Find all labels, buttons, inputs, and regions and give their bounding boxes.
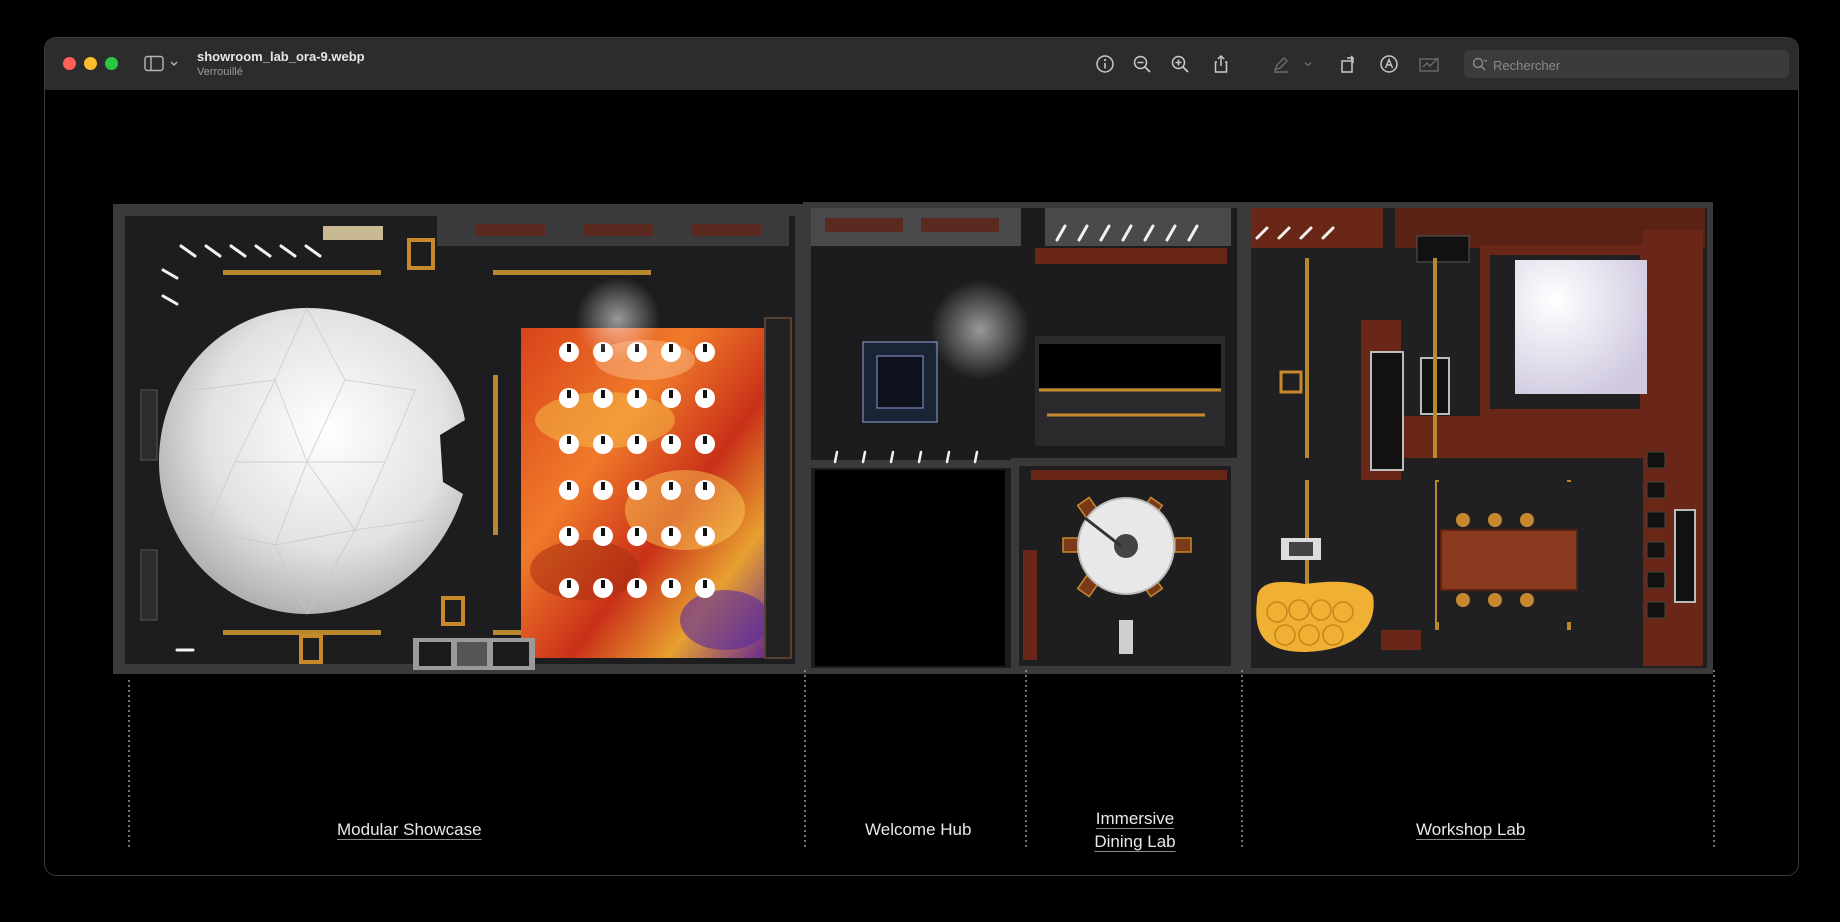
document-title: showroom_lab_ora-9.webp bbox=[197, 49, 365, 64]
sidebar-toggle-button[interactable] bbox=[144, 53, 182, 75]
preview-window: showroom_lab_ora-9.webp Verrouillé Reche… bbox=[44, 37, 1799, 876]
stool-backrest bbox=[601, 580, 605, 588]
search-icon bbox=[1472, 57, 1488, 71]
search-field[interactable] bbox=[1464, 50, 1789, 78]
stool-backrest bbox=[703, 344, 707, 352]
info-icon[interactable] bbox=[1093, 52, 1117, 76]
stool-backrest bbox=[635, 390, 639, 398]
immersive-dining-lab-room bbox=[1011, 458, 1237, 674]
zone-label-welcome-hub: Welcome Hub bbox=[865, 820, 972, 839]
zoom-in-icon[interactable] bbox=[1168, 52, 1192, 76]
search-input[interactable] bbox=[1491, 54, 1785, 76]
minimize-button[interactable] bbox=[84, 57, 97, 70]
workshop-lab-room bbox=[1243, 202, 1713, 674]
document-status: Verrouillé bbox=[197, 66, 243, 78]
stool-backrest bbox=[601, 482, 605, 490]
stool-backrest bbox=[601, 528, 605, 536]
rotate-icon[interactable] bbox=[1336, 52, 1360, 76]
chevron-down-icon[interactable] bbox=[1296, 52, 1320, 76]
markup-a-icon[interactable] bbox=[1377, 52, 1401, 76]
sidebar-icon bbox=[144, 55, 178, 72]
stool-backrest bbox=[601, 390, 605, 398]
stool-backrest bbox=[703, 580, 707, 588]
stool-backrest bbox=[635, 436, 639, 444]
markup-pen-icon[interactable] bbox=[1269, 52, 1293, 76]
stool-backrest bbox=[567, 580, 571, 588]
zone-label-workshop-lab: Workshop Lab bbox=[1416, 820, 1526, 839]
stool-backrest bbox=[567, 344, 571, 352]
stool-backrest bbox=[635, 528, 639, 536]
zone-label-modular-showcase: Modular Showcase bbox=[337, 820, 482, 839]
stool-backrest bbox=[703, 390, 707, 398]
stool-backrest bbox=[669, 482, 673, 490]
stool-backrest bbox=[703, 436, 707, 444]
stool-backrest bbox=[669, 344, 673, 352]
stool-backrest bbox=[567, 390, 571, 398]
toolbar: showroom_lab_ora-9.webp Verrouillé bbox=[45, 38, 1798, 91]
stool-backrest bbox=[567, 436, 571, 444]
floorplan-image bbox=[113, 202, 1715, 850]
share-icon[interactable] bbox=[1209, 52, 1233, 76]
stool-backrest bbox=[567, 482, 571, 490]
stool-backrest bbox=[669, 580, 673, 588]
modular-showcase-room bbox=[113, 204, 803, 674]
zoom-out-icon[interactable] bbox=[1130, 52, 1154, 76]
stool-backrest bbox=[669, 390, 673, 398]
stool-backrest bbox=[635, 482, 639, 490]
zone-label-immersive-dining-lab: Immersive Dining Lab bbox=[1070, 807, 1200, 853]
image-canvas: Modular Showcase Welcome Hub Immersive D… bbox=[45, 90, 1798, 875]
stool-backrest bbox=[669, 436, 673, 444]
close-button[interactable] bbox=[63, 57, 76, 70]
maximize-button[interactable] bbox=[105, 57, 118, 70]
signature-icon[interactable] bbox=[1418, 52, 1442, 76]
stool-backrest bbox=[635, 580, 639, 588]
stool-backrest bbox=[703, 528, 707, 536]
stool-backrest bbox=[669, 528, 673, 536]
stool-backrest bbox=[567, 528, 571, 536]
zone-label-line-1: Immersive bbox=[1095, 809, 1175, 828]
zone-label-line-2: Dining Lab bbox=[1094, 832, 1176, 851]
stool-backrest bbox=[703, 482, 707, 490]
stool-backrest bbox=[601, 436, 605, 444]
